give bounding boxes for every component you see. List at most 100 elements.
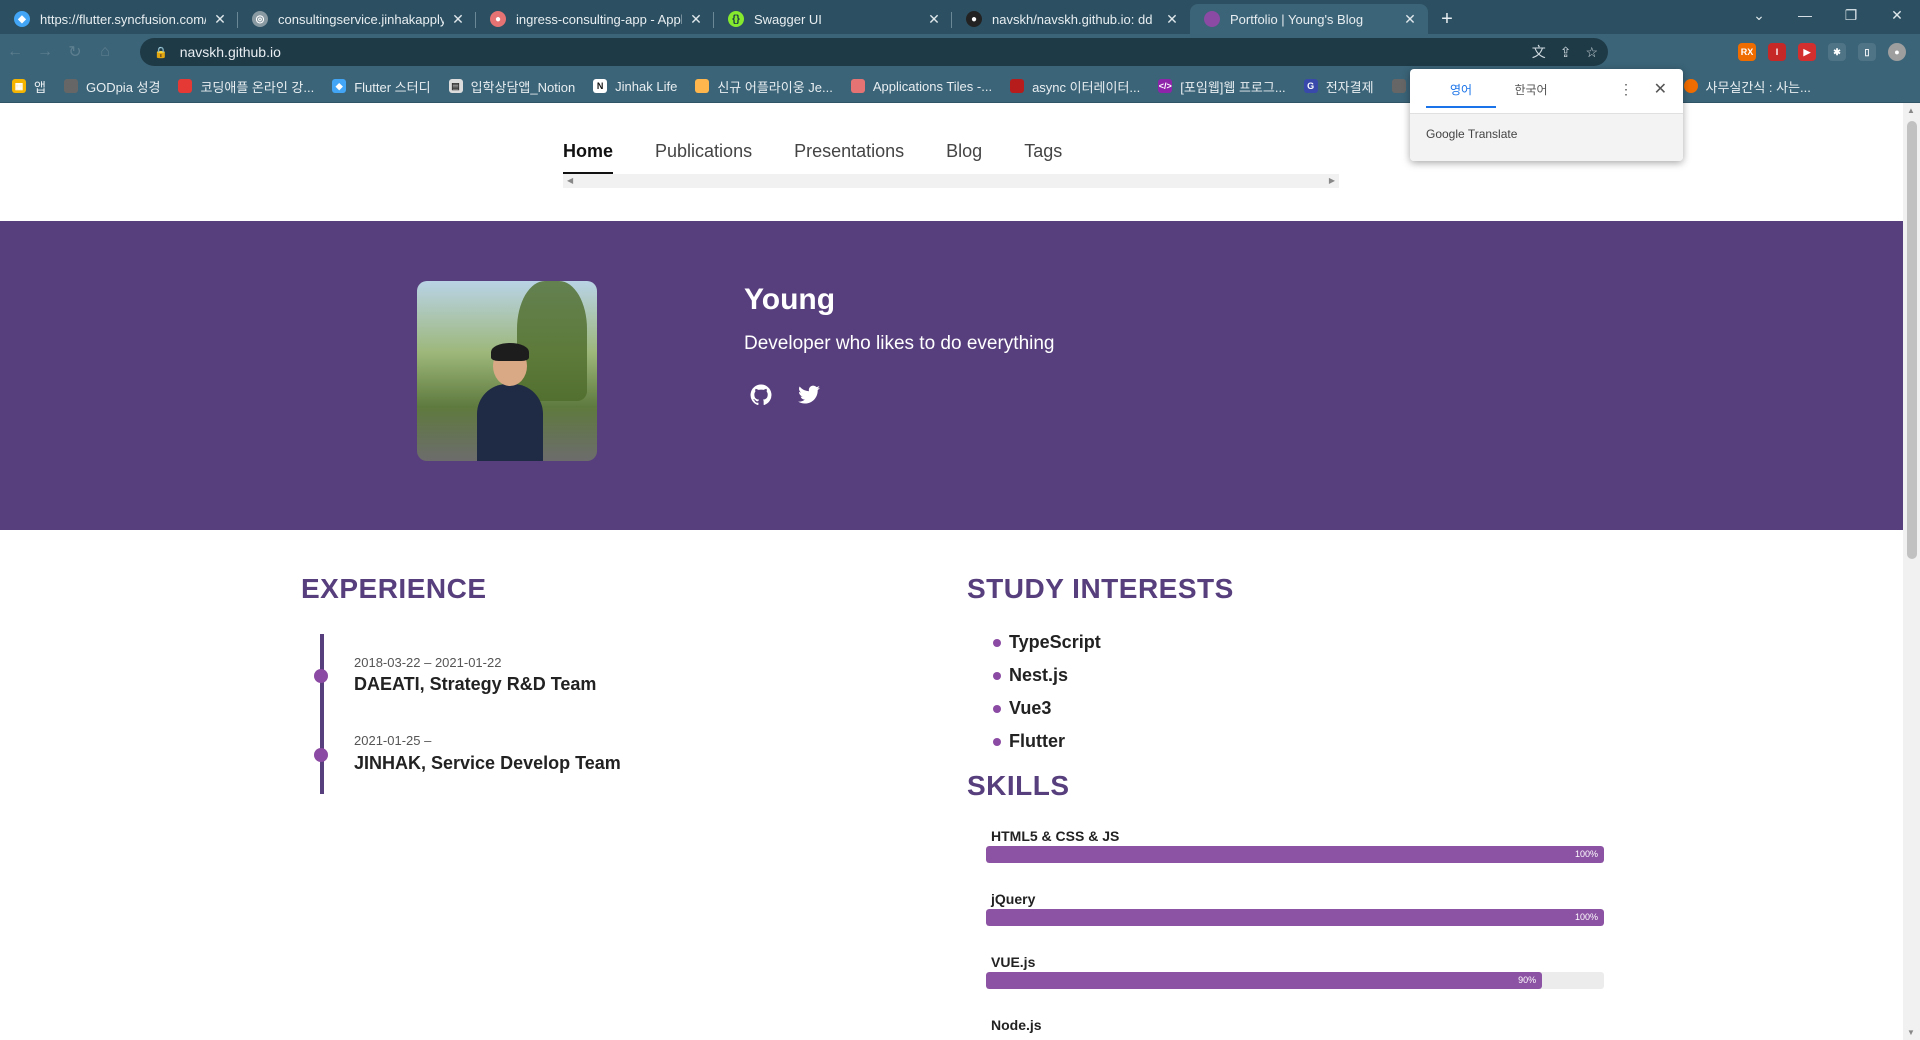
extension-icon[interactable]: RX bbox=[1738, 43, 1756, 61]
scroll-down-icon[interactable]: ▼ bbox=[1907, 1028, 1915, 1037]
bookmark-snacks[interactable]: 사무실간식 : 사는... bbox=[1683, 77, 1811, 96]
bookmark-flutter[interactable]: ◆ Flutter 스터디 bbox=[332, 77, 431, 96]
scroll-left-icon[interactable]: ◀ bbox=[567, 176, 573, 185]
bookmark-async[interactable]: async 이터레이터... bbox=[1010, 77, 1140, 96]
tab-github[interactable]: ● navskh/navskh.github.io: dd ✕ bbox=[952, 4, 1190, 34]
page-vertical-scrollbar[interactable]: ▲ ▼ bbox=[1903, 103, 1920, 1040]
tab-portfolio[interactable]: Portfolio | Young's Blog ✕ bbox=[1190, 4, 1428, 34]
close-icon[interactable]: ✕ bbox=[450, 11, 466, 28]
github-icon: ● bbox=[966, 11, 982, 27]
bookmark-label: [포임웹]웹 프로그... bbox=[1180, 79, 1286, 95]
nav-tags[interactable]: Tags bbox=[1024, 141, 1062, 174]
list-item: TypeScript bbox=[993, 626, 1101, 659]
nav-home[interactable]: Home bbox=[563, 141, 614, 174]
close-window-button[interactable]: ✕ bbox=[1874, 0, 1920, 30]
bookmark-codingapple[interactable]: 코딩애플 온라인 강... bbox=[178, 77, 314, 96]
skill-item: HTML5 & CSS & JS 100% bbox=[986, 828, 1604, 891]
list-item: Flutter bbox=[993, 725, 1101, 758]
restore-button[interactable]: ❐ bbox=[1828, 0, 1874, 30]
list-item: Vue3 bbox=[993, 692, 1101, 725]
nav-horizontal-scrollbar[interactable]: ◀ ▶ bbox=[563, 174, 1339, 188]
skill-percent: 100% bbox=[1574, 912, 1598, 922]
portfolio-icon bbox=[1204, 11, 1220, 27]
skill-percent: 100% bbox=[1574, 849, 1598, 859]
back-icon[interactable]: ← bbox=[0, 37, 30, 67]
github-icon[interactable] bbox=[749, 383, 773, 407]
url-text: navskh.github.io bbox=[179, 44, 281, 60]
puzzle-icon[interactable]: ✱ bbox=[1828, 43, 1846, 61]
tab-flutter[interactable]: ◆ https://flutter.syncfusion.com/?_ ✕ bbox=[0, 4, 238, 34]
minimize-button[interactable]: — bbox=[1782, 0, 1828, 30]
tab-ingress[interactable]: ● ingress-consulting-app - Applic ✕ bbox=[476, 4, 714, 34]
close-icon[interactable]: ✕ bbox=[1654, 79, 1667, 99]
bookmark-new-apply[interactable]: 신규 어플라이웅 Je... bbox=[695, 77, 833, 96]
lock-icon[interactable]: 🔒 bbox=[154, 46, 168, 59]
tab-consulting[interactable]: ◎ consultingservice.jinhakapply.co ✕ bbox=[238, 4, 476, 34]
translate-popup: 영어 한국어 ⋮ ✕ Google Translate bbox=[1410, 69, 1683, 161]
g-icon: G bbox=[1303, 79, 1318, 93]
bookmark-notion-app[interactable]: ▤ 입학상담앱_Notion bbox=[448, 77, 575, 96]
scroll-right-icon[interactable]: ▶ bbox=[1329, 176, 1335, 185]
globe-icon bbox=[1391, 79, 1406, 93]
bookmark-jinhak-life[interactable]: N Jinhak Life bbox=[593, 79, 677, 94]
scrollbar-thumb[interactable] bbox=[1907, 121, 1917, 559]
sidebar-icon[interactable]: ▯ bbox=[1858, 43, 1876, 61]
nav-presentations[interactable]: Presentations bbox=[794, 141, 904, 174]
list-item: Nest.js bbox=[993, 659, 1101, 692]
close-icon[interactable]: ✕ bbox=[688, 11, 704, 28]
more-options-icon[interactable]: ⋮ bbox=[1619, 81, 1633, 98]
close-icon[interactable]: ✕ bbox=[1402, 11, 1418, 28]
close-icon[interactable]: ✕ bbox=[926, 11, 942, 28]
bookmark-star-icon[interactable]: ☆ bbox=[1585, 44, 1598, 61]
translate-icon[interactable]: 文 bbox=[1532, 42, 1546, 62]
skills-title: SKILLS bbox=[967, 770, 1070, 801]
bookmark-label: 앱 bbox=[34, 79, 46, 95]
skill-bar: 100% bbox=[986, 909, 1604, 926]
translate-footer: Google Translate bbox=[1410, 114, 1683, 161]
bookmark-godpia[interactable]: GODpia 성경 bbox=[63, 77, 161, 96]
address-bar[interactable]: 🔒 navskh.github.io 文 ⇪ ☆ bbox=[140, 38, 1608, 66]
experience-title-item: JINHAK, Service Develop Team bbox=[354, 753, 621, 773]
timeline-dot bbox=[314, 748, 328, 762]
skill-name: jQuery bbox=[991, 891, 1036, 907]
close-icon[interactable]: ✕ bbox=[1164, 11, 1180, 28]
bookmark-apps[interactable]: ▦ 앱 bbox=[12, 77, 46, 96]
translate-tab-korean[interactable]: 한국어 bbox=[1496, 81, 1566, 108]
skill-item: Node.js bbox=[986, 1017, 1604, 1040]
photo-person bbox=[477, 343, 543, 461]
scroll-up-icon[interactable]: ▲ bbox=[1907, 106, 1915, 115]
skill-bar-fill: 90% bbox=[986, 972, 1543, 989]
new-tab-button[interactable]: + bbox=[1432, 4, 1462, 34]
tab-title: Portfolio | Young's Blog bbox=[1230, 11, 1364, 27]
translate-language-tabs: 영어 한국어 bbox=[1426, 81, 1566, 108]
forward-icon[interactable]: → bbox=[30, 37, 60, 67]
translate-tab-english[interactable]: 영어 bbox=[1426, 81, 1496, 108]
bullet-icon bbox=[993, 737, 1001, 746]
bookmark-app-tiles[interactable]: Applications Tiles -... bbox=[850, 79, 992, 94]
nav-blog[interactable]: Blog bbox=[946, 141, 982, 174]
bookmark-label: GODpia 성경 bbox=[85, 79, 161, 95]
twitter-icon[interactable] bbox=[797, 383, 821, 407]
bookmark-payment[interactable]: G 전자결제 bbox=[1303, 77, 1374, 96]
extension-icon[interactable]: ▶ bbox=[1798, 43, 1816, 61]
hero-banner: Young Developer who likes to do everythi… bbox=[0, 221, 1903, 530]
home-icon[interactable]: ⌂ bbox=[90, 37, 120, 67]
browser-toolbar: ← → ↻ ⌂ 🔒 navskh.github.io 文 ⇪ ☆ RX I ▶ … bbox=[0, 34, 1920, 70]
skill-name: VUE.js bbox=[991, 954, 1036, 970]
reload-icon[interactable]: ↻ bbox=[60, 37, 90, 67]
tab-swagger[interactable]: {} Swagger UI ✕ bbox=[714, 4, 952, 34]
skill-item: VUE.js 90% bbox=[986, 954, 1604, 1017]
bookmark-poiemweb[interactable]: </> [포임웹]웹 프로그... bbox=[1158, 77, 1286, 96]
bookmark-label: Jinhak Life bbox=[615, 78, 678, 94]
nav-publications[interactable]: Publications bbox=[655, 141, 752, 174]
extension-icon[interactable]: I bbox=[1768, 43, 1786, 61]
profile-avatar[interactable]: ● bbox=[1888, 43, 1906, 61]
experience-title-item: DAEATI, Strategy R&D Team bbox=[354, 674, 597, 694]
close-icon[interactable]: ✕ bbox=[212, 11, 228, 28]
skill-bar-fill: 100% bbox=[986, 909, 1604, 926]
timeline-dot bbox=[314, 669, 328, 683]
share-icon[interactable]: ⇪ bbox=[1560, 44, 1572, 61]
skill-bar-fill: 100% bbox=[986, 846, 1604, 863]
skills-list: HTML5 & CSS & JS 100% jQuery 100% VUE.js… bbox=[986, 828, 1604, 1040]
tab-search-icon[interactable]: ⌄ bbox=[1736, 0, 1782, 30]
